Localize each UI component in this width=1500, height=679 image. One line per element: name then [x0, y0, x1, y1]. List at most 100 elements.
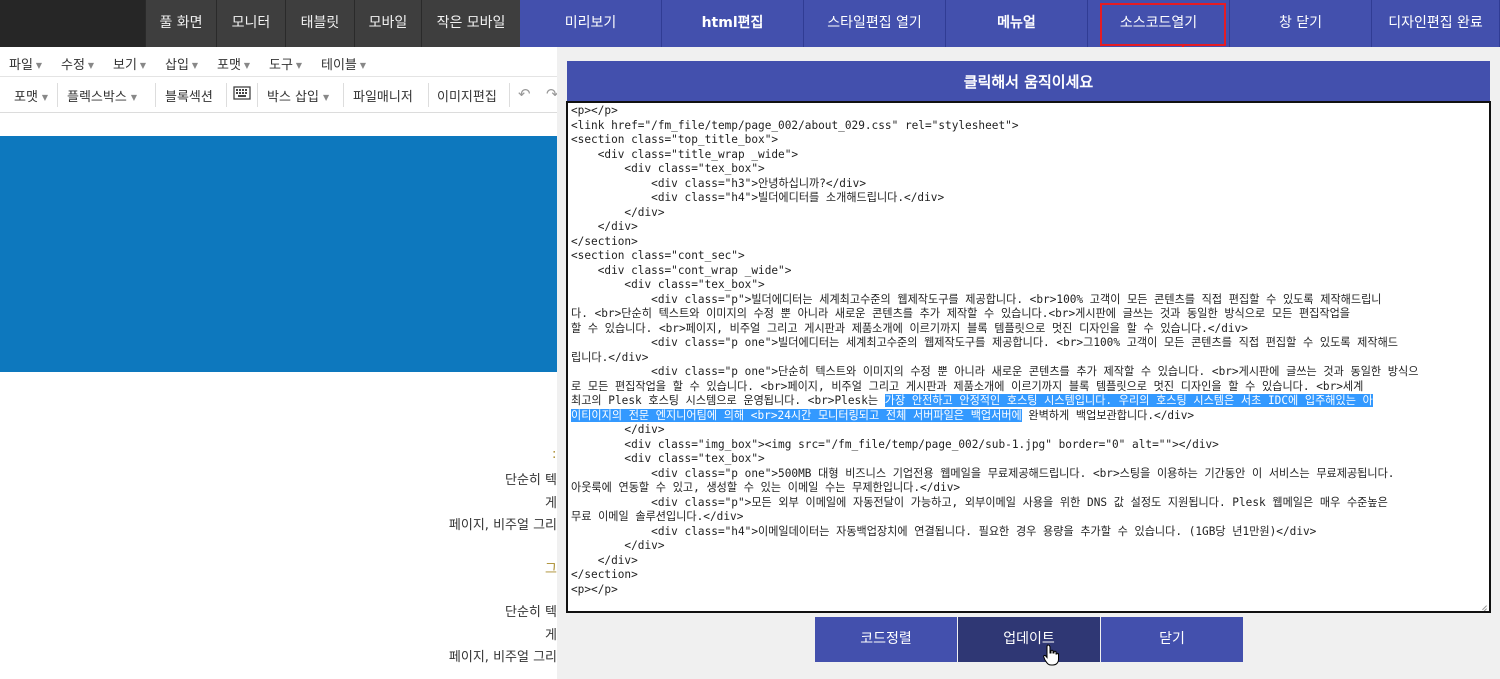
code-line: <p></p> [571, 104, 618, 117]
close-window-button[interactable]: 창 닫기 [1230, 0, 1372, 47]
menu-view-label: 보기 [113, 58, 137, 73]
box-insert-label: 박스 삽입 [267, 90, 319, 105]
code-line: <div class="p">모든 외부 이메일에 자동전달이 가능하고, 외부… [571, 495, 1388, 509]
chevron-down-icon: ▼ [322, 93, 330, 102]
menu-edit-label: 수정 [61, 58, 85, 73]
preview-button[interactable]: 미리보기 [520, 0, 662, 47]
format-dropdown[interactable]: 포맷 ▼ [14, 86, 48, 105]
code-line: <div class="h4">이메일데이터는 자동백업장치에 연결됩니다. 필… [571, 524, 1317, 538]
menu-format-label: 포맷 [217, 58, 241, 73]
file-manager-button[interactable]: 파일매니저 [353, 86, 413, 105]
code-line: </div> [571, 553, 638, 567]
page-text-fragment: : [552, 447, 557, 462]
code-line: <p></p> [571, 582, 618, 596]
menu-insert[interactable]: 삽입 ▼ [165, 54, 198, 73]
code-line: </section> [571, 234, 638, 248]
resize-grip-icon[interactable] [1477, 599, 1487, 609]
flexbox-dropdown[interactable]: 플렉스박스 ▼ [67, 86, 137, 105]
page-text-line: 단순히 텍 [505, 473, 557, 488]
code-line: 아웃룩에 연동할 수 있고, 생성할 수 있는 이메일 수는 무제한입니다.</… [571, 481, 961, 494]
code-line: 최고의 Plesk 호스팅 시스템으로 운영됩니다. <br>Plesk는 가장… [571, 394, 1373, 407]
chevron-down-icon: ▼ [35, 61, 43, 70]
menu-tools[interactable]: 도구 ▼ [269, 54, 302, 73]
menu-insert-label: 삽입 [165, 58, 189, 73]
code-line: </div> [571, 539, 665, 552]
image-edit-button[interactable]: 이미지편집 [437, 86, 497, 105]
screen: { "topbar": { "view_modes": ["풀 화면", "모니… [0, 0, 1500, 679]
code-line: 로 모든 편집작업을 할 수 있습니다. <br>페이지, 비주얼 그리고 게시… [571, 379, 1364, 393]
view-mobile-button[interactable]: 모바일 [354, 0, 421, 47]
page-text-line: 페이지, 비주얼 그리 [448, 518, 557, 533]
code-line: </section> [571, 568, 638, 581]
menu-table-label: 테이블 [321, 58, 357, 73]
code-line: 다. <br>단순히 텍스트와 이미지의 수정 뿐 아니라 새로운 콘텐츠를 추… [571, 307, 1350, 320]
hand-cursor-icon [1043, 644, 1059, 666]
chevron-down-icon: ▼ [243, 61, 251, 70]
chevron-down-icon: ▼ [359, 61, 367, 70]
menu-edit[interactable]: 수정 ▼ [61, 54, 94, 73]
update-button[interactable]: 업데이트 [958, 617, 1100, 662]
code-line: <div class="title_wrap _wide"> [571, 147, 799, 161]
chevron-down-icon: ▼ [139, 61, 147, 70]
code-line: 무료 이메일 솔루션입니다.</div> [571, 510, 744, 523]
block-section-button[interactable]: 블록섹션 [165, 86, 213, 105]
menu-table[interactable]: 테이블 ▼ [321, 54, 366, 73]
page-text-line: 페이지, 비주얼 그리 [448, 650, 557, 665]
editor-toolbar: 포맷 ▼ 플렉스박스 ▼ 블록섹션 박스 삽입 ▼ 파일매니저 이미지편집 ↶ ↷ [0, 77, 559, 113]
code-line: </div> [571, 423, 665, 436]
menu-view[interactable]: 보기 ▼ [113, 54, 146, 73]
code-line: </div> [571, 220, 638, 233]
code-line: <div class="p one">500MB 대형 비즈니스 기업전용 웹메… [571, 466, 1395, 480]
keyboard-icon[interactable] [233, 85, 251, 105]
style-edit-button[interactable]: 스타일편집 열기 [804, 0, 946, 47]
code-line: <div class="h3">안녕하십니까?</div> [571, 176, 867, 190]
editor-menubar: 파일 ▼ 수정 ▼ 보기 ▼ 삽입 ▼ 포맷 ▼ 도구 ▼ 테이블 ▼ [0, 47, 557, 77]
toolbar-divider [57, 83, 58, 107]
code-line: <div class="img_box"><img src="/fm_file/… [571, 437, 1219, 451]
code-line: <div class="tex_box"> [571, 278, 765, 291]
view-monitor-button[interactable]: 모니터 [216, 0, 285, 47]
chevron-down-icon: ▼ [295, 61, 303, 70]
box-insert-dropdown[interactable]: 박스 삽입 ▼ [267, 86, 329, 105]
code-sort-button[interactable]: 코드정렬 [815, 617, 957, 662]
menu-tools-label: 도구 [269, 58, 293, 73]
code-line: <div class="tex_box"> [571, 452, 765, 465]
view-fullscreen-button[interactable]: 풀 화면 [145, 0, 216, 47]
code-line: <link href="/fm_file/temp/page_002/about… [571, 118, 1019, 132]
chevron-down-icon: ▼ [41, 93, 49, 102]
dialog-close-button[interactable]: 닫기 [1101, 617, 1243, 662]
toolbar-divider [226, 83, 227, 107]
view-tablet-button[interactable]: 태블릿 [285, 0, 354, 47]
menu-file-label: 파일 [9, 58, 33, 73]
dialog-drag-handle[interactable]: 클릭해서 움직이세요 [567, 61, 1490, 101]
html-edit-button[interactable]: html편집 [662, 0, 804, 47]
page-text-line: 게 [545, 628, 557, 643]
view-small-mobile-button[interactable]: 작은 모바일 [421, 0, 520, 47]
code-line: <div class="h4">빌더에디터를 소개해드립니다.</div> [571, 191, 945, 204]
code-line: <div class="p one">단순히 텍스트와 이미지의 수정 뿐 아니… [571, 365, 1419, 378]
manual-button[interactable]: 메뉴얼 [946, 0, 1088, 47]
chevron-down-icon: ▼ [130, 93, 137, 102]
code-line: <div class="cont_wrap _wide"> [571, 263, 792, 277]
toolbar-divider [257, 83, 258, 107]
code-line: </div> [571, 205, 665, 219]
menu-format[interactable]: 포맷 ▼ [217, 54, 250, 73]
toolbar-divider [428, 83, 429, 107]
source-code-textarea[interactable]: <p></p> <link href="/fm_file/temp/page_00… [566, 101, 1491, 613]
undo-icon[interactable]: ↶ [518, 85, 531, 103]
page-text-line: 게 [545, 496, 557, 511]
design-edit-done-button[interactable]: 디자인편집 완료 [1372, 0, 1500, 47]
format-dropdown-label: 포맷 [14, 90, 38, 105]
menu-file[interactable]: 파일 ▼ [9, 54, 42, 73]
code-line: <section class="cont_sec"> [571, 249, 745, 262]
page-visual-banner [0, 136, 557, 372]
top-bar: 풀 화면 모니터 태블릿 모바일 작은 모바일 미리보기 html편집 스타일편… [0, 0, 1500, 47]
code-line: <div class="p">빌더에디터는 세계최고수준의 웹제작도구를 제공합… [571, 292, 1382, 306]
code-line: 립니다.</div> [571, 350, 649, 364]
chevron-down-icon: ▼ [87, 61, 95, 70]
code-line: <section class="top_title_box"> [571, 133, 779, 146]
toolbar-divider [155, 83, 156, 107]
code-line: 할 수 있습니다. <br>페이지, 비주얼 그리고 게시판과 제품소개에 이르… [571, 321, 1248, 335]
flexbox-dropdown-label: 플렉스박스 [67, 90, 127, 105]
code-line: 이티이지의 전문 엔지니어팀에 의해 <br>24시간 모니터링되고 전체 서버… [571, 408, 1195, 422]
